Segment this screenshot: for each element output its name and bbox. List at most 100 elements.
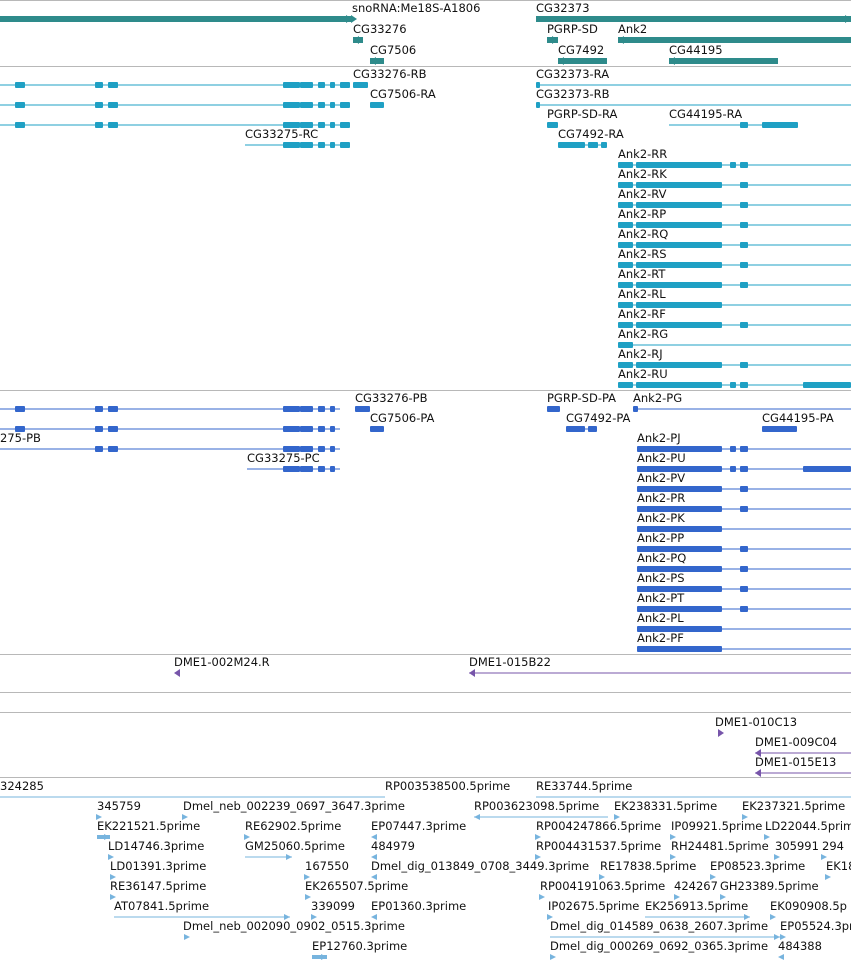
feature-rp003538500-5prime[interactable]: RP003538500.5prime [385,779,510,793]
feature-ank2-pf[interactable]: Ank2-PF [637,631,851,652]
feature-dmel-dig-014589-0638-2607-3prime[interactable]: Dmel_dig_014589_0638_2607.3prime [550,919,780,940]
feature-cg32373-ra[interactable]: CG32373-RA [536,67,851,88]
feature-re17838-5prime[interactable]: RE17838.5prime [599,859,696,880]
feature-484979[interactable]: 484979 [371,839,415,860]
feature-ank2-rv[interactable]: Ank2-RV [618,187,851,208]
feature-ank2-rr[interactable]: Ank2-RR [618,147,851,168]
feature-ek221521-5prime[interactable]: EK221521.5prime [97,819,200,840]
feature-unlabeled[interactable] [0,426,340,432]
feature-ank2[interactable]: Ank2 [618,22,851,44]
feature-cg7492-ra[interactable]: CG7492-RA [558,127,624,148]
feature-gh23389-5prime[interactable]: GH23389.5prime [720,879,819,900]
feature-ank2-pk[interactable]: Ank2-PK [637,511,851,532]
feature-re36147-5prime[interactable]: RE36147.5prime [110,879,206,900]
feature-ank2-rp[interactable]: Ank2-RP [618,207,851,228]
feature-cg33276-rb[interactable]: CG33276-RB [353,67,427,88]
feature-rp004247866-5prime[interactable]: RP004247866.5prime [535,819,661,840]
feature-re62902-5prime[interactable]: RE62902.5prime [244,819,341,840]
feature-cg44195-pa[interactable]: CG44195-PA [762,411,834,432]
feature-gm25060-5prime[interactable]: GM25060.5prime [245,839,345,860]
feature-339099[interactable]: 339099 [311,899,355,920]
feature-ank2-rl[interactable]: Ank2-RL [618,287,851,308]
feature-484388[interactable]: 484388 [778,939,822,960]
feature-cg33276-pb[interactable]: CG33276-PB [355,391,428,412]
feature-unlabeled[interactable] [0,102,350,108]
feature-cg7492-pa[interactable]: CG7492-PA [566,411,631,432]
feature-305991[interactable]: 305991 [774,839,819,860]
feature-ank2-rq[interactable]: Ank2-RQ [618,227,851,248]
feature-unlabeled[interactable] [0,406,340,412]
feature-ank2-pq[interactable]: Ank2-PQ [637,551,851,572]
feature-snorna-me18s-a1806[interactable]: snoRNA:Me18S-A1806 [351,1,480,23]
feature-cg7492[interactable]: CG7492 [558,43,607,65]
feature-167550[interactable]: 167550 [304,859,349,880]
feature-424267[interactable]: 424267 [674,879,718,900]
feature-ep08523-3prime[interactable]: EP08523.3prime [710,859,805,880]
feature-ank2-ps[interactable]: Ank2-PS [637,571,851,592]
feature-ank2-rk[interactable]: Ank2-RK [618,167,851,188]
feature-pgrp-sd[interactable]: PGRP-SD [547,22,598,44]
feature-ank2-pg[interactable]: Ank2-PG [633,391,851,412]
feature-ek256913-5prime[interactable]: EK256913.5prime [645,899,750,920]
feature-dme1-009c04[interactable]: DME1-009C04 [755,735,851,757]
feature-dme1-002m24-r[interactable]: DME1-002M24.R [174,655,270,677]
feature-ank2-pp[interactable]: Ank2-PP [637,531,851,552]
feature-ld22044-5prime[interactable]: LD22044.5prime [764,819,851,840]
feature-rp003623098-5prime[interactable]: RP003623098.5prime [474,799,608,820]
feature-ank2-rf[interactable]: Ank2-RF [618,307,851,328]
feature-ank2-pl[interactable]: Ank2-PL [637,611,851,632]
feature-ld14746-3prime[interactable]: LD14746.3prime [108,839,204,860]
feature-dmel-dig-013849-0708-3449-3prime[interactable]: Dmel_dig_013849_0708_3449.3prime [371,859,589,880]
feature-ld01391-3prime[interactable]: LD01391.3prime [110,859,206,880]
feature-rh24481-5prime[interactable]: RH24481.5prime [670,839,769,860]
feature-ip02675-5prime[interactable]: IP02675.5prime [547,899,639,920]
feature-ank2-ru[interactable]: Ank2-RU [618,367,851,388]
feature-dmel-dig-000269-0692-0365-3prime[interactable]: Dmel_dig_000269_0692_0365.3prime [550,939,768,960]
feature-ank2-rj[interactable]: Ank2-RJ [618,347,851,368]
feature-cg32373[interactable]: CG32373 [536,1,851,23]
feature-ank2-rt[interactable]: Ank2-RT [618,267,851,288]
feature-ep07447-3prime[interactable]: EP07447.3prime [371,819,466,840]
feature-pgrp-sd-pa[interactable]: PGRP-SD-PA [547,391,616,412]
feature-rp004431537-5prime[interactable]: RP004431537.5prime [535,839,661,860]
feature-ep12760-3prime[interactable]: EP12760.3prime [312,939,407,960]
feature-dme1-015b22[interactable]: DME1-015B22 [469,655,851,677]
feature-dmel-neb-002239-0697-3647-3prime[interactable]: Dmel_neb_002239_0697_3647.3prime [182,799,405,820]
feature-rp004191063-5prime[interactable]: RP004191063.5prime [539,879,665,900]
feature-ank2-pt[interactable]: Ank2-PT [637,591,851,612]
feature-ek18[interactable]: EK18 [825,859,851,880]
feature-cg7506[interactable]: CG7506 [370,43,416,65]
feature-345759[interactable]: 345759 [96,799,141,820]
feature-cg32373-rb[interactable]: CG32373-RB [536,87,851,108]
feature-cg7506-pa[interactable]: CG7506-PA [370,411,435,432]
feature-re33744-5prime[interactable]: RE33744.5prime [536,779,851,798]
feature-ank2-pv[interactable]: Ank2-PV [637,471,851,492]
feature-324285[interactable]: 324285 [0,779,385,798]
feature-ank2-pj[interactable]: Ank2-PJ [637,431,851,452]
feature-dme1-015e13[interactable]: DME1-015E13 [755,755,851,777]
feature-ank2-pr[interactable]: Ank2-PR [637,491,851,512]
feature-ank2-rs[interactable]: Ank2-RS [618,247,851,268]
feature-275-pb[interactable]: 275-PB [0,431,340,452]
feature-cg33276[interactable]: CG33276 [353,22,407,44]
feature-cg33275-rc[interactable]: CG33275-RC [245,127,350,148]
feature-cg44195-ra[interactable]: CG44195-RA [669,107,798,128]
feature-ep01360-3prime[interactable]: EP01360.3prime [371,899,466,920]
feature-unlabeled[interactable] [0,82,350,88]
feature-dme1-010c13[interactable]: DME1-010C13 [715,715,797,737]
feature-dmel-neb-002090-0902-0515-3prime[interactable]: Dmel_neb_002090_0902_0515.3prime [183,919,405,940]
feature-ek265507-5prime[interactable]: EK265507.5prime [305,879,408,900]
feature-pgrp-sd-ra[interactable]: PGRP-SD-RA [547,107,617,128]
feature-cg7506-ra[interactable]: CG7506-RA [370,87,436,108]
feature-ek237321-5prime[interactable]: EK237321.5prime [742,799,845,820]
feature-cg44195[interactable]: CG44195 [669,43,778,65]
feature-294[interactable]: 294 [821,839,844,860]
feature-ek090908-5p[interactable]: EK090908.5p [770,899,847,920]
feature-ank2-rg[interactable]: Ank2-RG [618,327,851,348]
feature-cg33275-pc[interactable]: CG33275-PC [247,451,340,472]
feature-at07841-5prime[interactable]: AT07841.5prime [114,899,290,920]
feature-ank2-pu[interactable]: Ank2-PU [637,451,851,472]
feature-ek238331-5prime[interactable]: EK238331.5prime [614,799,717,820]
feature-unlabeled[interactable] [0,15,352,23]
feature-ip09921-5prime[interactable]: IP09921.5prime [670,819,762,840]
